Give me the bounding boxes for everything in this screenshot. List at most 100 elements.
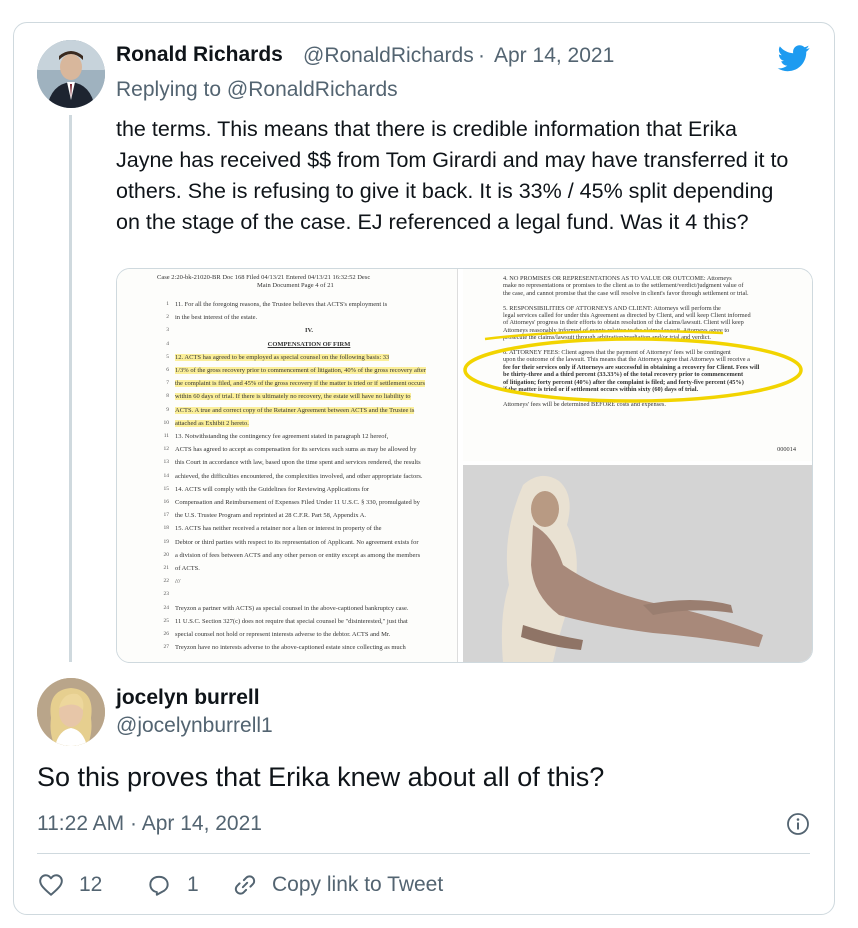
doc-line-number: 1 — [166, 301, 169, 307]
doc-line-text: of ACTS. — [175, 565, 200, 572]
reply-timestamp[interactable]: 11:22 AM · Apr 14, 2021 — [37, 812, 262, 836]
doc-line: the complaint is filed, and 45% of the g… — [175, 380, 443, 388]
avatar[interactable] — [37, 678, 105, 746]
doc-line-number: 6 — [166, 367, 169, 373]
doc-line-number: 18 — [163, 525, 170, 532]
reply-author-handle[interactable]: @jocelynburrell1 — [116, 714, 273, 738]
divider — [37, 853, 810, 854]
doc-line: /// — [175, 578, 443, 586]
reply-time[interactable]: 11:22 AM — [37, 812, 124, 835]
doc-line: ACTS. A true and correct copy of the Ret… — [175, 406, 443, 415]
photo-image[interactable] — [463, 465, 812, 662]
doc-line: within 60 days of trial. If there is ult… — [175, 393, 443, 401]
doc-line-number: 15 — [163, 485, 170, 492]
reply-button[interactable]: 1 — [145, 872, 199, 898]
doc-header: Case 2:20-bk-21020-BR Doc 168 Filed 04/1… — [157, 274, 371, 281]
separator: · — [130, 812, 138, 835]
highlight-circle-annotation — [463, 329, 803, 403]
tweet-media[interactable]: Case 2:20-bk-21020-BR Doc 168 Filed 04/1… — [116, 268, 813, 663]
doc-line: COMPENSATION OF FIRM — [175, 341, 443, 349]
doc-line-number: 25 — [163, 617, 170, 624]
doc-line-text: 1/3% of the gross recovery prior to comm… — [175, 367, 426, 374]
thread-line — [69, 115, 72, 662]
twitter-bird-icon[interactable] — [776, 42, 812, 74]
doc-line-number: 16 — [163, 499, 170, 505]
doc-line-text: Treyzon have no interests adverse to the… — [175, 644, 406, 652]
reply-count: 1 — [187, 873, 199, 896]
replying-prefix: Replying to — [116, 78, 222, 101]
doc-line-text: the U.S. Trustee Program and reprinted a… — [175, 512, 367, 520]
heart-icon — [39, 874, 63, 896]
doc-line: Compensation and Reimbursement of Expens… — [175, 499, 443, 507]
doc-line: this Court in accordance with law, based… — [175, 459, 443, 467]
copy-link-button[interactable]: Copy link to Tweet — [232, 872, 443, 898]
replying-to: Replying to @RonaldRichards — [116, 78, 398, 102]
doc-line-number: 23 — [163, 591, 170, 598]
comment-icon — [149, 875, 169, 896]
doc-line-number: 24 — [163, 604, 170, 611]
copy-link-label: Copy link to Tweet — [272, 873, 444, 896]
retainer-agreement-image[interactable]: 4. NO PROMISES OR REPRESENTATIONS AS TO … — [463, 269, 812, 461]
reply-date[interactable]: Apr 14, 2021 — [142, 812, 262, 835]
doc-line-number: 17 — [163, 512, 170, 519]
doc-line-text: 14. ACTS will comply with the Guidelines… — [175, 485, 370, 493]
doc-line-text: 15. ACTS has neither received a retainer… — [175, 525, 382, 533]
doc-line-number: 9 — [166, 406, 169, 413]
doc-line: IV. — [175, 327, 443, 335]
doc-line: 1/3% of the gross recovery prior to comm… — [175, 367, 443, 375]
doc-line-number: 2 — [166, 314, 169, 321]
doc-line-number: 10 — [163, 419, 170, 426]
doc-line-number: 11 — [163, 433, 169, 439]
info-icon[interactable] — [786, 812, 810, 836]
doc-line-number: 27 — [163, 644, 170, 651]
doc-line-text: COMPENSATION OF FIRM — [267, 340, 351, 348]
doc-line-number: 26 — [163, 631, 170, 637]
doc-line: Debtor or third parties with respect to … — [175, 539, 443, 547]
doc-line-number: 3 — [166, 327, 169, 334]
doc-line: a division of fees between ACTS and any … — [175, 552, 443, 560]
doc-line-text: this Court in accordance with law, based… — [175, 459, 421, 467]
doc-line-text: special counsel not hold or represent in… — [175, 631, 391, 638]
doc-line: 11 U.S.C. Section 327(c) does not requir… — [175, 618, 443, 626]
like-count: 12 — [79, 873, 103, 896]
doc-line: 11. For all the foregoing reasons, the T… — [175, 301, 443, 309]
doc-line-text: a division of fees between ACTS and any … — [175, 551, 421, 559]
doc-line-text: 12. ACTS has agreed to be employed as sp… — [175, 353, 390, 361]
doc-line: attached as Exhibit 2 hereto. — [175, 419, 443, 428]
doc-line: Treyzon have no interests adverse to the… — [175, 644, 443, 652]
doc-line-text: Treyzon a partner with ACTS) as special … — [175, 604, 409, 612]
doc-line-text: in the best interest of the estate. — [175, 314, 258, 322]
doc-line-number: 12 — [163, 446, 170, 453]
like-button[interactable]: 12 — [37, 872, 102, 898]
doc-line: of ACTS. — [175, 565, 443, 573]
author-handle[interactable]: @RonaldRichards — [303, 44, 474, 68]
doc-line-number: 13 — [163, 459, 170, 466]
doc-line: in the best interest of the estate. — [175, 314, 443, 322]
doc-line-number: 7 — [166, 380, 169, 387]
tweet-text: the terms. This means that there is cred… — [116, 117, 789, 234]
doc-line-text: attached as Exhibit 2 hereto. — [175, 419, 249, 427]
doc-line-number: 20 — [163, 551, 170, 558]
author-name[interactable]: Ronald Richards — [116, 43, 283, 67]
avatar[interactable] — [37, 40, 105, 108]
link-icon — [234, 875, 256, 895]
doc-line-number: 19 — [163, 538, 170, 545]
doc-line-text: /// — [175, 578, 181, 586]
doc-line: 14. ACTS will comply with the Guidelines… — [175, 486, 443, 494]
doc-line: the U.S. Trustee Program and reprinted a… — [175, 512, 443, 520]
doc-line-text: 13. Notwithstanding the contingency fee … — [175, 433, 389, 440]
reply-author-name[interactable]: jocelyn burrell — [116, 686, 260, 710]
tweet-date[interactable]: Apr 14, 2021 — [494, 44, 614, 68]
court-document-image[interactable]: Case 2:20-bk-21020-BR Doc 168 Filed 04/1… — [117, 269, 458, 662]
doc-line: ACTS has agreed to accept as compensatio… — [175, 446, 443, 454]
doc-line-text: 11 U.S.C. Section 327(c) does not requir… — [175, 617, 408, 625]
doc-line-number: 4 — [166, 340, 169, 347]
doc-line-text: ACTS has agreed to accept as compensatio… — [175, 446, 417, 454]
doc-line-text: the complaint is filed, and 45% of the g… — [175, 380, 425, 388]
reply-text: So this proves that Erika knew about all… — [37, 762, 605, 792]
doc-line-text: Debtor or third parties with respect to … — [175, 538, 419, 546]
doc-line-text: ACTS. A true and correct copy of the Ret… — [175, 406, 415, 414]
replying-handle-link[interactable]: @RonaldRichards — [227, 78, 398, 101]
doc-header-2: Main Document Page 4 of 21 — [257, 282, 334, 289]
doc-line: 13. Notwithstanding the contingency fee … — [175, 433, 443, 441]
